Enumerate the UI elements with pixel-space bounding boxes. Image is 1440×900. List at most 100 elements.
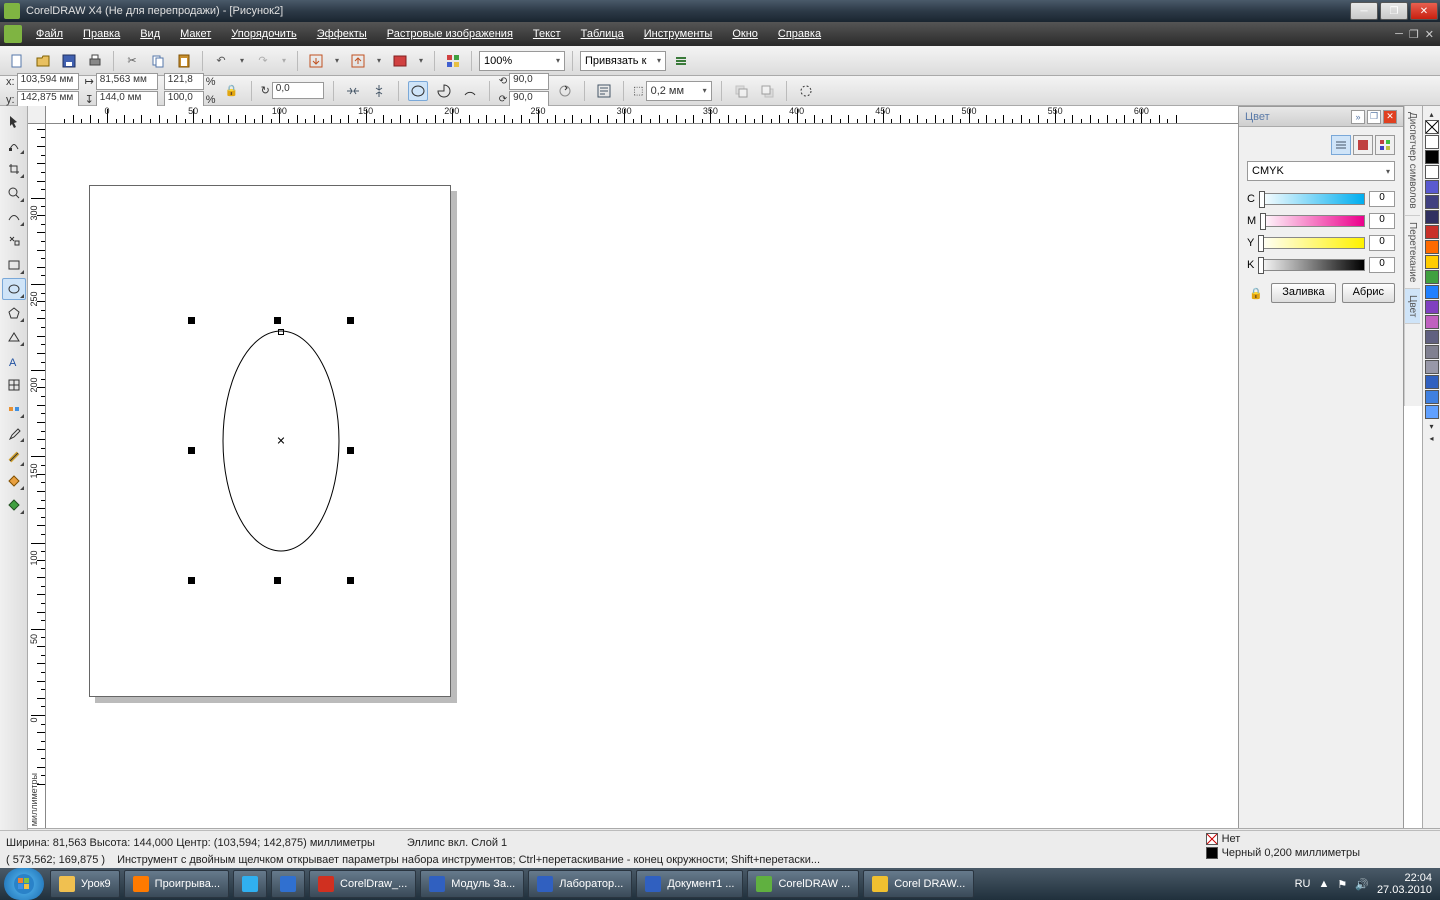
redo-dropdown[interactable]: ▾ [278,50,290,72]
arc-direction-button[interactable] [555,81,575,101]
black-value[interactable]: 0 [1369,257,1395,273]
lock-ratio-button[interactable]: 🔒 [222,81,242,101]
outline-tool[interactable] [2,446,26,468]
close-button[interactable]: ✕ [1410,2,1438,20]
menu-bitmaps[interactable]: Растровые изображения [377,28,523,40]
wrap-text-button[interactable] [594,81,614,101]
minimize-button[interactable]: ─ [1350,2,1378,20]
mirror-h-button[interactable] [343,81,363,101]
mdi-restore-icon[interactable]: ❐ [1409,28,1419,41]
zoom-tool[interactable] [2,182,26,204]
menu-help[interactable]: Справка [768,28,831,40]
ruler-vertical[interactable]: миллиметры 050100150200250300 [28,124,46,830]
scale-x-input[interactable]: 121,8 [164,73,204,90]
crop-tool[interactable] [2,158,26,180]
canvas[interactable]: миллиметры 05010015020025030035040045050… [28,106,1440,830]
save-button[interactable] [58,50,80,72]
task-item[interactable]: Corel DRAW... [863,870,974,898]
app-launcher-button[interactable] [442,50,464,72]
palette-up-button[interactable]: ▴ [1425,108,1439,120]
task-item[interactable]: Лаборатор... [528,870,632,898]
color-swatch[interactable] [1425,270,1439,284]
undo-dropdown[interactable]: ▾ [236,50,248,72]
color-swatch[interactable] [1425,285,1439,299]
menu-arrange[interactable]: Упорядочить [221,28,306,40]
ruler-horizontal[interactable]: миллиметры 05010015020025030035040045050… [46,106,1440,124]
color-swatch[interactable] [1425,300,1439,314]
menu-file[interactable]: Файл [26,28,73,40]
pie-mode-button[interactable] [434,81,454,101]
new-button[interactable] [6,50,28,72]
interactive-fill-tool[interactable] [2,494,26,516]
mdi-minimize-icon[interactable]: ─ [1395,28,1403,41]
color-swatch[interactable] [1425,180,1439,194]
cyan-slider[interactable] [1259,193,1365,205]
task-item[interactable] [271,870,305,898]
task-item[interactable]: Документ1 ... [636,870,743,898]
mirror-v-button[interactable] [369,81,389,101]
redo-button[interactable]: ↷ [252,50,274,72]
status-fill[interactable]: Нет [1206,833,1241,845]
fill-tool[interactable] [2,470,26,492]
width-input[interactable]: 81,563 мм [96,73,158,90]
open-button[interactable] [32,50,54,72]
ellipse-tool[interactable] [2,278,26,300]
color-swatch[interactable] [1425,225,1439,239]
maximize-button[interactable]: ❐ [1380,2,1408,20]
color-swatch[interactable] [1425,315,1439,329]
smart-draw-tool[interactable] [2,230,26,252]
start-button[interactable] [4,868,44,900]
outline-width-combo[interactable]: 0,2 мм▾ [646,81,712,101]
zoom-combo[interactable]: 100%▾ [479,51,565,71]
eyedropper-tool[interactable] [2,422,26,444]
arc-mode-button[interactable] [460,81,480,101]
docker-float-button[interactable]: ❐ [1367,110,1381,124]
to-front-button[interactable] [731,81,751,101]
color-swatch[interactable] [1425,375,1439,389]
polygon-tool[interactable] [2,302,26,324]
lang-indicator[interactable]: RU [1295,878,1311,890]
sliders-view-button[interactable] [1331,135,1351,155]
black-slider[interactable] [1258,259,1365,271]
menu-layout[interactable]: Макет [170,28,221,40]
palette-more-button[interactable]: ◂ [1425,432,1439,444]
volume-icon[interactable]: 🔊 [1355,878,1369,891]
menu-edit[interactable]: Правка [73,28,130,40]
color-swatch[interactable] [1425,255,1439,269]
import-button[interactable] [305,50,327,72]
paste-button[interactable] [173,50,195,72]
task-item[interactable]: CorelDRAW ... [747,870,859,898]
no-color-swatch[interactable] [1425,120,1439,134]
lock-fill-button[interactable]: 🔒 [1247,283,1265,303]
clock[interactable]: 22:0427.03.2010 [1377,872,1432,896]
snap-combo[interactable]: Привязать к▾ [580,51,666,71]
text-tool[interactable]: A [2,350,26,372]
task-item[interactable]: Урок9 [50,870,120,898]
interactive-tool[interactable] [2,398,26,420]
color-swatch[interactable] [1425,330,1439,344]
task-item[interactable]: Модуль За... [420,870,524,898]
freehand-tool[interactable] [2,206,26,228]
color-swatch[interactable] [1425,195,1439,209]
color-swatch[interactable] [1425,135,1439,149]
undo-button[interactable]: ↶ [210,50,232,72]
options-button[interactable] [670,50,692,72]
arc-start-input[interactable]: 90,0 [509,73,549,90]
basic-shapes-tool[interactable] [2,326,26,348]
color-swatch[interactable] [1425,390,1439,404]
pick-tool[interactable] [2,110,26,132]
magenta-value[interactable]: 0 [1369,213,1395,229]
pos-x-input[interactable]: 103,594 мм [17,73,79,90]
export-dropdown[interactable]: ▾ [373,50,385,72]
system-tray[interactable]: RU ▲ ⚑ 🔊 22:0427.03.2010 [1287,872,1440,896]
rotation-input[interactable]: 0,0 [272,82,324,99]
color-swatch[interactable] [1425,165,1439,179]
menu-effects[interactable]: Эффекты [307,28,377,40]
ruler-origin[interactable] [28,106,46,124]
selected-ellipse[interactable]: ✕ [211,317,351,565]
viewer-view-button[interactable] [1353,135,1373,155]
shape-tool[interactable] [2,134,26,156]
tray-icon[interactable]: ⚑ [1337,878,1347,891]
color-swatch[interactable] [1425,405,1439,419]
palette-view-button[interactable] [1375,135,1395,155]
